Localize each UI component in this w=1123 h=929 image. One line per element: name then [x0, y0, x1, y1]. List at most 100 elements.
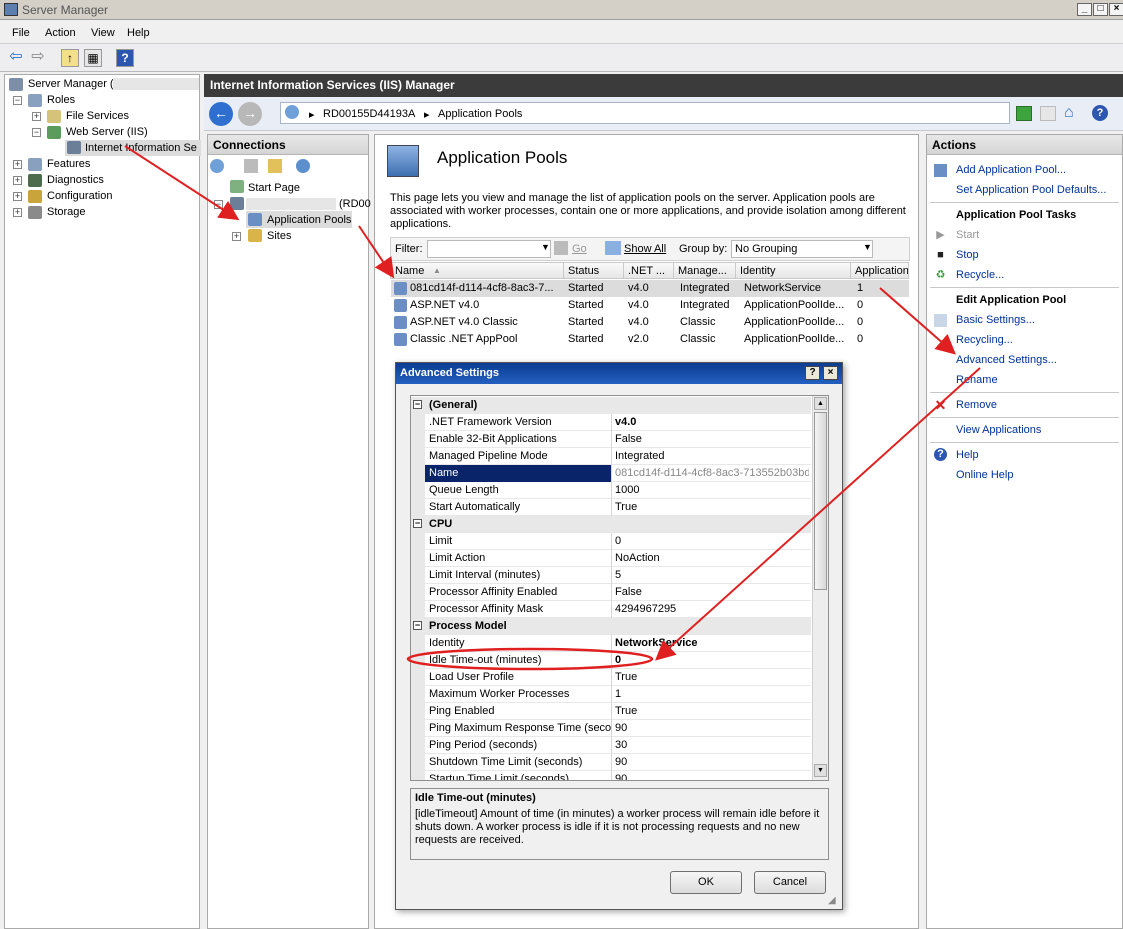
home-icon[interactable]: ⌂ [1064, 104, 1082, 122]
nav-forward-icon[interactable]: → [238, 102, 262, 126]
property-row[interactable]: Limit 0 [411, 533, 811, 550]
property-value[interactable]: 5 [615, 569, 809, 581]
connect-globe-icon[interactable] [210, 159, 224, 173]
property-category[interactable]: − (General) [411, 397, 811, 414]
tree-roles[interactable]: Roles [47, 94, 75, 106]
action-help[interactable]: Help [956, 449, 979, 461]
action-set-defaults[interactable]: Set Application Pool Defaults... [956, 184, 1106, 196]
property-value[interactable]: False [615, 433, 809, 445]
help-icon[interactable]: ? [1092, 105, 1108, 121]
cancel-button[interactable]: Cancel [754, 871, 826, 894]
expand-icon[interactable]: + [232, 232, 241, 241]
action-view-apps[interactable]: View Applications [956, 424, 1041, 436]
table-cell[interactable]: ASP.NET v4.0 [410, 299, 562, 311]
property-value[interactable]: v4.0 [615, 416, 809, 428]
tree-file-services[interactable]: File Services [66, 110, 129, 122]
property-row[interactable]: .NET Framework Version v4.0 [411, 414, 811, 431]
tree-configuration[interactable]: Configuration [47, 190, 112, 202]
action-advanced-settings[interactable]: Advanced Settings... [956, 354, 1057, 366]
column-status[interactable]: Status [564, 262, 624, 279]
property-value[interactable]: 0 [615, 654, 809, 666]
property-row[interactable]: Shutdown Time Limit (seconds) 90 [411, 754, 811, 771]
tree-features[interactable]: Features [47, 158, 90, 170]
property-row[interactable]: Idle Time-out (minutes) 0 [411, 652, 811, 669]
dropdown-arrow-icon[interactable]: ▼ [541, 242, 550, 252]
property-value[interactable]: 90 [615, 756, 809, 768]
action-recycling[interactable]: Recycling... [956, 334, 1013, 346]
expand-collapse-icon[interactable]: − [13, 96, 22, 105]
property-value[interactable]: 90 [615, 773, 809, 780]
property-row[interactable]: Startup Time Limit (seconds) 90 [411, 771, 811, 780]
property-row[interactable]: Managed Pipeline Mode Integrated [411, 448, 811, 465]
action-stop[interactable]: Stop [956, 249, 979, 261]
breadcrumb-app-pools[interactable]: Application Pools [438, 108, 522, 120]
collapse-icon[interactable]: − [413, 400, 422, 409]
property-row[interactable]: Maximum Worker Processes 1 [411, 686, 811, 703]
menu-help[interactable]: Help [127, 27, 150, 39]
property-row[interactable]: Identity NetworkService [411, 635, 811, 652]
property-value[interactable]: NetworkService [615, 637, 809, 649]
action-start[interactable]: Start [956, 229, 979, 241]
action-recycle[interactable]: Recycle... [956, 269, 1004, 281]
collapse-icon[interactable]: − [214, 200, 223, 209]
minimize-button[interactable]: _ [1077, 3, 1092, 16]
property-value[interactable]: 4294967295 [615, 603, 809, 615]
column-pipeline[interactable]: Manage... [674, 262, 736, 279]
action-remove[interactable]: Remove [956, 399, 997, 411]
collapse-icon[interactable]: − [413, 621, 422, 630]
property-value[interactable]: False [615, 586, 809, 598]
property-value[interactable]: 081cd14f-d114-4cf8-8ac3-713552b03bd2 [615, 467, 809, 479]
tree-start-page[interactable]: Start Page [248, 182, 300, 194]
property-value[interactable]: Integrated [615, 450, 809, 462]
action-rename[interactable]: Rename [956, 374, 998, 386]
property-value[interactable]: True [615, 671, 809, 683]
dialog-close-button[interactable]: × [823, 366, 838, 380]
action-basic-settings[interactable]: Basic Settings... [956, 314, 1035, 326]
property-row[interactable]: Limit Interval (minutes) 5 [411, 567, 811, 584]
close-button[interactable]: × [1109, 3, 1123, 16]
breadcrumb-server[interactable]: RD00155D44193A [323, 108, 415, 120]
property-value[interactable]: True [615, 705, 809, 717]
property-row[interactable]: Processor Affinity Mask 4294967295 [411, 601, 811, 618]
property-row[interactable]: Enable 32-Bit Applications False [411, 431, 811, 448]
refresh-icon[interactable] [1016, 106, 1032, 121]
column-name[interactable]: Name [390, 262, 564, 279]
expand-icon[interactable]: + [13, 192, 22, 201]
show-hide-tree-icon[interactable]: ▦ [84, 49, 102, 67]
expand-icon[interactable]: + [13, 176, 22, 185]
help-icon[interactable]: ? [116, 49, 134, 67]
property-row[interactable]: Ping Period (seconds) 30 [411, 737, 811, 754]
save-icon[interactable] [244, 159, 258, 173]
up-folder-icon[interactable]: ↑ [61, 49, 79, 67]
expand-icon[interactable]: + [13, 208, 22, 217]
property-row[interactable]: Load User Profile True [411, 669, 811, 686]
property-value[interactable]: 90 [615, 722, 809, 734]
back-icon[interactable]: ⇦ [7, 49, 25, 67]
stop-icon[interactable] [1040, 106, 1056, 121]
vertical-scrollbar[interactable]: ▲ ▼ [812, 396, 828, 780]
scroll-thumb[interactable] [814, 412, 827, 590]
column-applications[interactable]: Application [851, 262, 909, 279]
property-category[interactable]: − Process Model [411, 618, 811, 635]
dialog-help-button[interactable]: ? [805, 366, 820, 380]
table-cell[interactable]: Classic .NET AppPool [410, 333, 562, 345]
menu-view[interactable]: View [91, 27, 115, 39]
resize-grip-icon[interactable]: ◢ [828, 895, 836, 906]
property-value[interactable]: 0 [615, 535, 809, 547]
tree-diagnostics[interactable]: Diagnostics [47, 174, 104, 186]
tree-app-pools[interactable]: Application Pools [267, 214, 351, 226]
table-cell[interactable]: 081cd14f-d114-4cf8-8ac3-7... [410, 282, 562, 294]
property-row[interactable]: Limit Action NoAction [411, 550, 811, 567]
scroll-up-icon[interactable]: ▲ [814, 397, 827, 410]
collapse-icon[interactable]: − [413, 519, 422, 528]
dropdown-arrow-icon[interactable]: ▼ [863, 242, 872, 252]
expand-icon[interactable]: + [13, 160, 22, 169]
action-online-help[interactable]: Online Help [956, 469, 1013, 481]
filter-input[interactable] [427, 240, 551, 258]
property-value[interactable]: NoAction [615, 552, 809, 564]
property-row[interactable]: Queue Length 1000 [411, 482, 811, 499]
property-value[interactable]: 1 [615, 688, 809, 700]
action-add-pool[interactable]: Add Application Pool... [956, 164, 1066, 176]
show-all-button[interactable]: Show All [624, 243, 666, 255]
property-row[interactable]: Start Automatically True [411, 499, 811, 516]
